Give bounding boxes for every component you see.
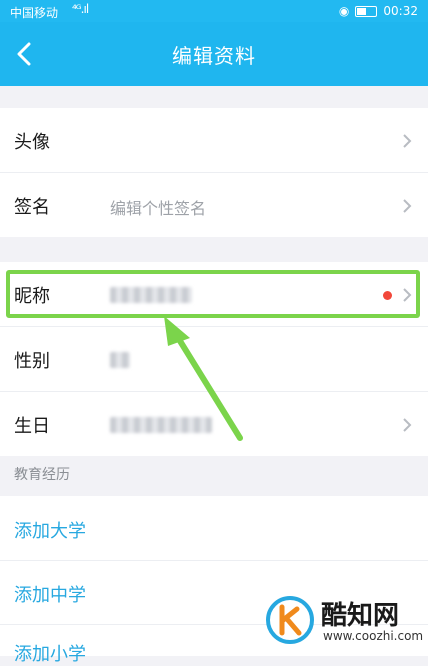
chevron-right-icon (403, 199, 412, 213)
status-bar: 中国移动 ⁴ᴳ.ıl ◉ 00:32 (0, 0, 428, 22)
add-university-link[interactable]: 添加大学 (14, 517, 86, 543)
divider (0, 560, 428, 561)
gender-value-blurred (110, 352, 130, 368)
highlight-box (6, 270, 420, 318)
education-header: 教育经历 (14, 467, 70, 483)
battery-icon (355, 5, 378, 17)
profile-section: 头像 签名 编辑个性签名 (0, 108, 428, 237)
signature-input[interactable]: 编辑个性签名 (110, 195, 206, 219)
header: 编辑资料 (0, 22, 428, 86)
gender-label: 性别 (14, 351, 50, 372)
avatar-label: 头像 (14, 132, 50, 153)
avatar-row[interactable]: 头像 (0, 108, 428, 173)
time: 00:32 (383, 4, 418, 18)
watermark-name: 酷知网 (321, 601, 400, 631)
carrier-name: 中国移动 (10, 6, 59, 20)
watermark-url: www.coozhi.com (323, 629, 424, 643)
add-middle-school-link[interactable]: 添加中学 (14, 581, 86, 607)
signature-row[interactable]: 签名 编辑个性签名 (0, 173, 428, 237)
signature-label: 签名 (14, 197, 50, 218)
birthday-label: 生日 (14, 416, 50, 437)
chevron-right-icon (403, 134, 412, 148)
watermark: 酷知网 www.coozhi.com (265, 591, 425, 649)
add-primary-school-link[interactable]: 添加小学 (14, 640, 86, 666)
status-right: ◉ 00:32 (339, 4, 418, 18)
chevron-right-icon (403, 418, 412, 432)
coozhi-logo-icon (266, 596, 314, 644)
signal-icon: ⁴ᴳ.ıl (72, 2, 89, 16)
page-title: 编辑资料 (172, 44, 256, 68)
eye-icon: ◉ (338, 4, 350, 18)
arrow-annotation (164, 316, 243, 441)
